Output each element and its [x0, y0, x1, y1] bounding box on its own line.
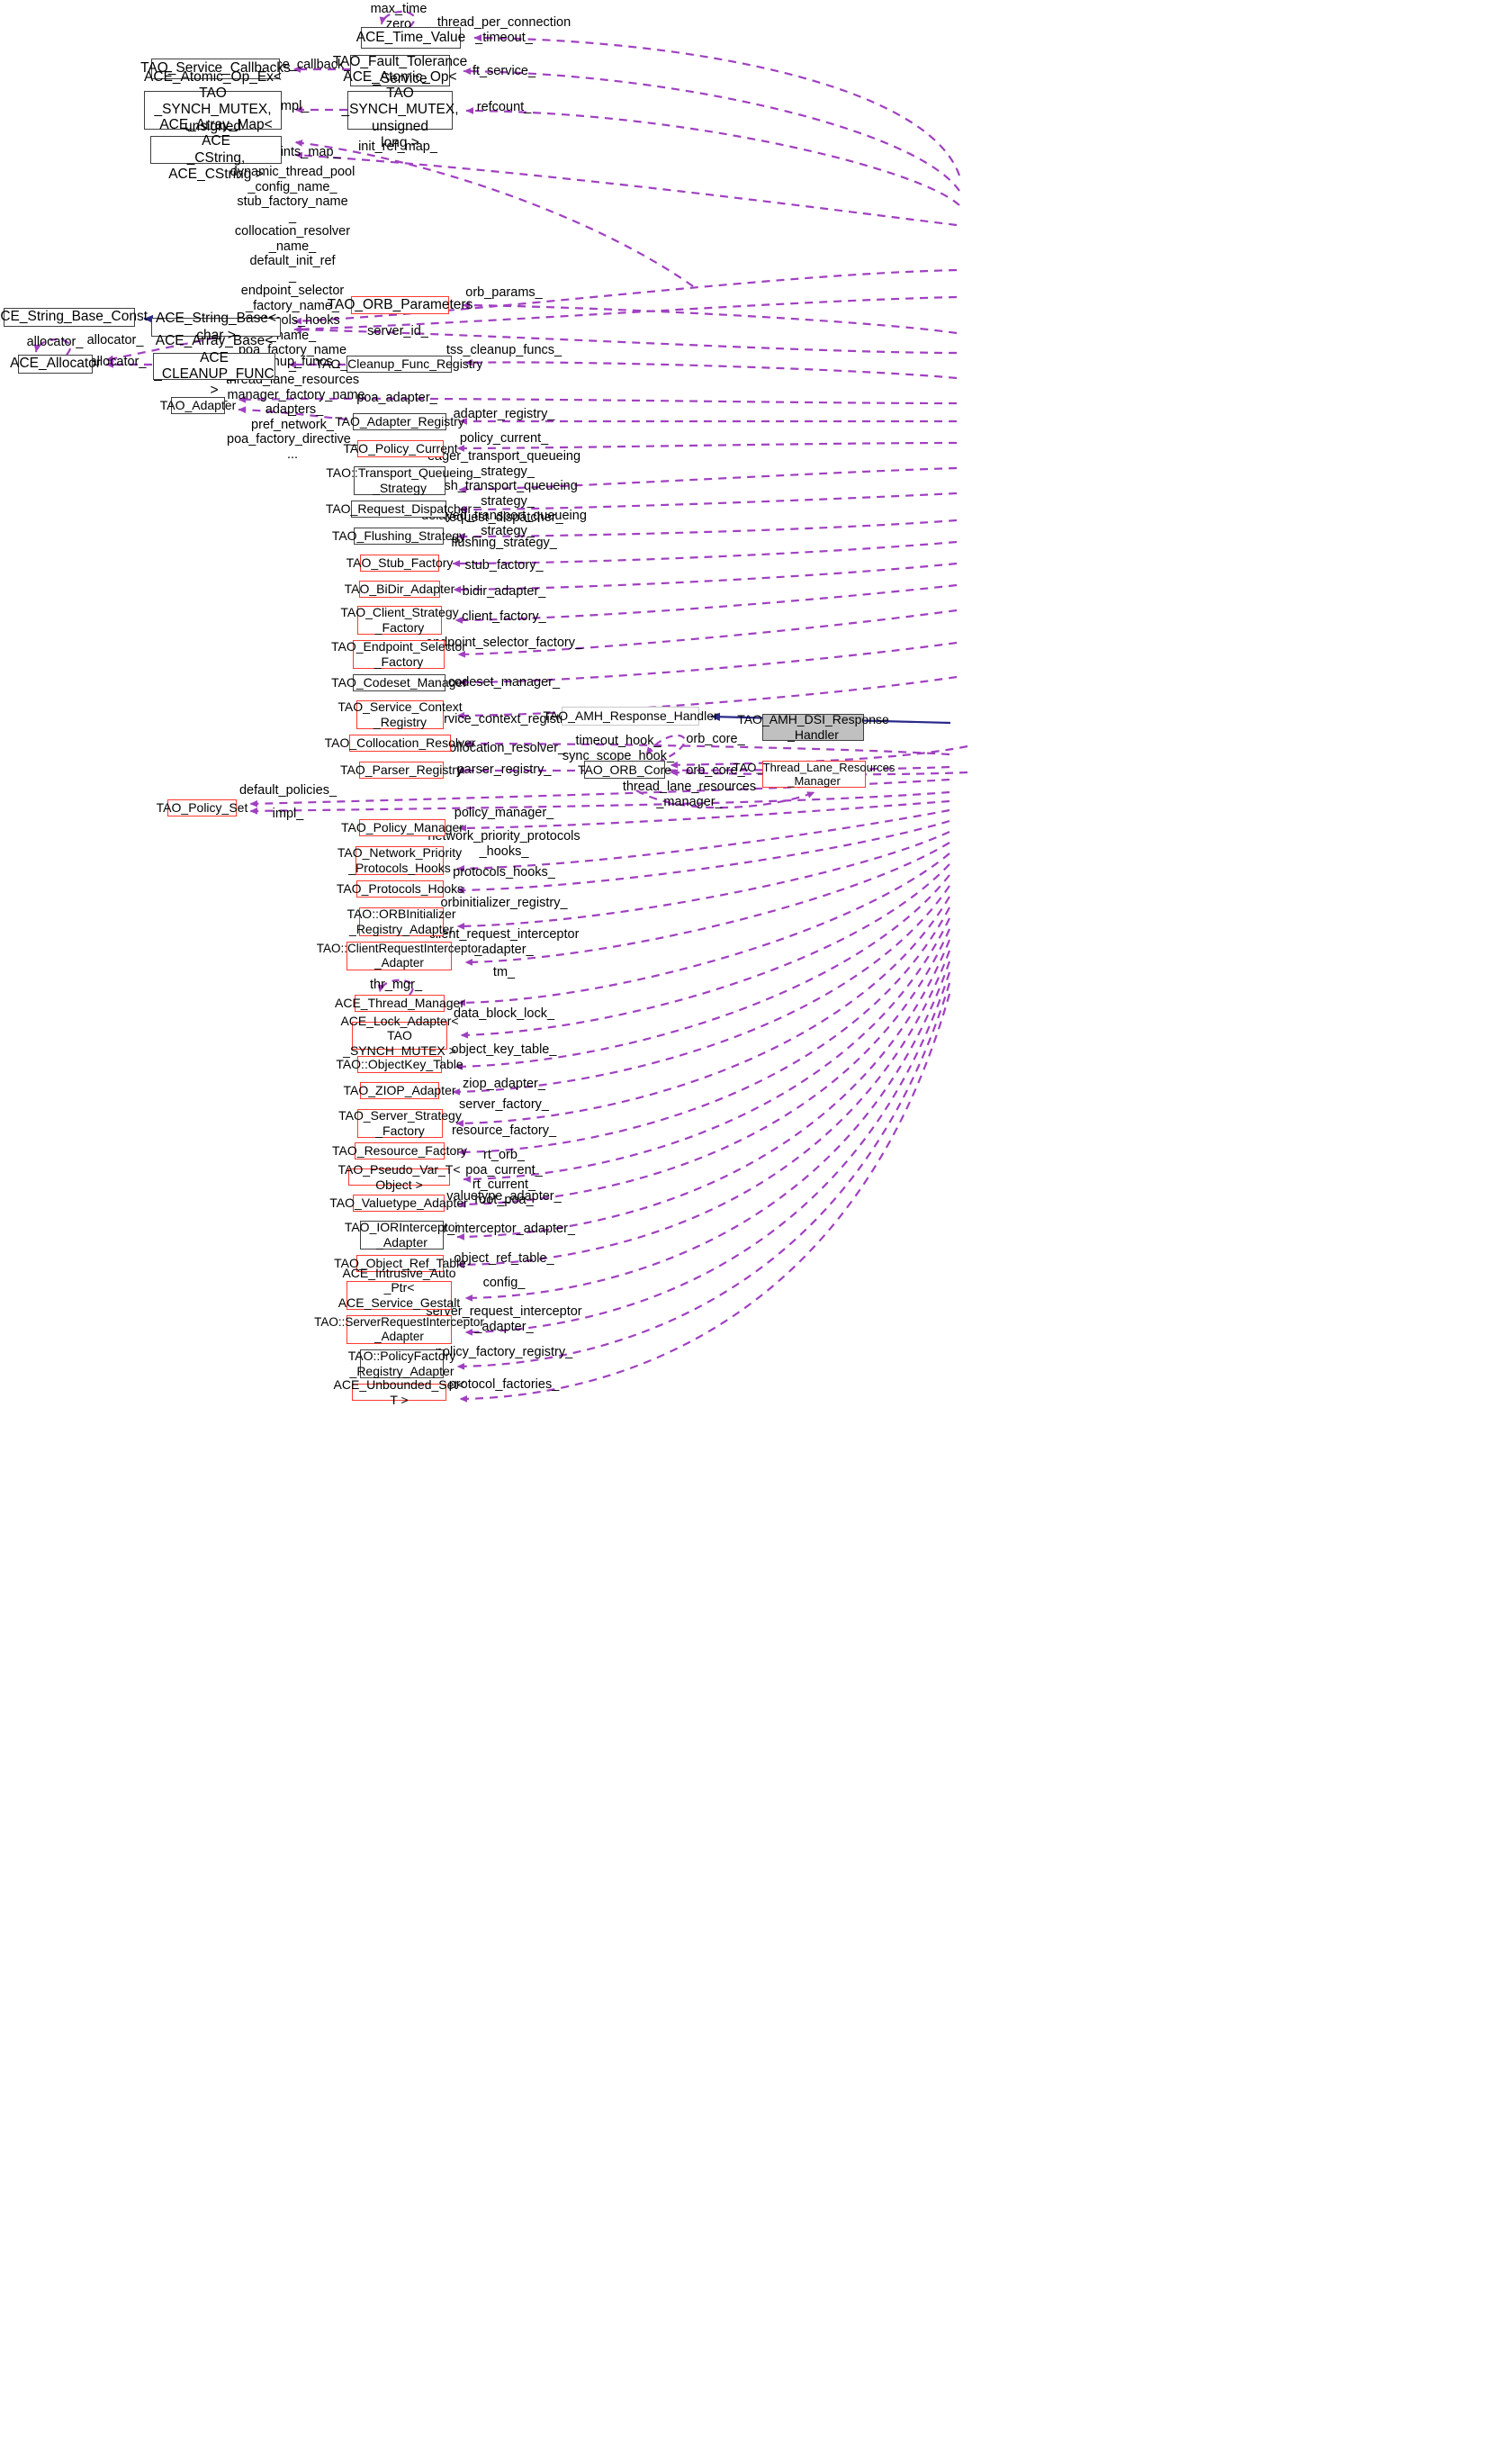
edge-label-allocator-self: allocator_	[26, 335, 84, 349]
node-tao-parser-registry[interactable]: TAO_Parser_Registry	[340, 762, 463, 779]
edge-label-policy-current: policy_current_	[459, 431, 549, 446]
node-tao-codeset-manager[interactable]: TAO_Codeset_Manager	[331, 674, 467, 691]
node-tao-orb-core[interactable]: TAO_ORB_Core	[578, 761, 671, 779]
edge-label-server-id: server_id_	[367, 324, 428, 338]
node-tao-adapter-registry[interactable]: TAO_Adapter_Registry	[335, 413, 464, 430]
edge-label-refcount: refcount_	[476, 100, 532, 114]
edge-label-adapters: adapters_	[265, 402, 324, 417]
node-tao-valuetype-adapter[interactable]: TAO_Valuetype_Adapter	[329, 1195, 468, 1212]
edge-label-server-factory: server_factory_	[459, 1097, 549, 1112]
edge-label-config: config_	[482, 1276, 526, 1290]
node-tao-iorinterceptor-adapter[interactable]: TAO_IORInterceptor _Adapter	[345, 1220, 459, 1250]
node-tao-ziop-adapter[interactable]: TAO_ZIOP_Adapter	[344, 1082, 456, 1099]
node-ace-lock-adapter[interactable]: ACE_Lock_Adapter< TAO _SYNCH_MUTEX >	[340, 1014, 458, 1058]
node-tao-transport-queueing-strategy[interactable]: TAO::Transport_Queueing _Strategy	[326, 465, 473, 495]
node-tao-adapter[interactable]: TAO_Adapter	[160, 397, 236, 414]
node-ace-atomic-op[interactable]: ACE_Atomic_Op< TAO _SYNCH_MUTEX, unsigne…	[341, 69, 458, 150]
edge-label-ziop-adapter: ziop_adapter_	[463, 1077, 545, 1091]
edge-label-tm: tm_	[492, 965, 516, 979]
node-tao-amh-response-handler[interactable]: TAO_AMH_Response_Handler	[543, 707, 718, 726]
edge-label-protocols-hooks: protocols_hooks_	[453, 865, 555, 880]
node-ace-thread-manager[interactable]: ACE_Thread_Manager	[335, 995, 464, 1012]
node-tao-policy-set[interactable]: TAO_Policy_Set	[157, 799, 248, 816]
node-tao-pseudo-var-t-object[interactable]: TAO_Pseudo_Var_T< Object >	[338, 1162, 460, 1192]
node-tao-network-priority-protocols-hooks[interactable]: TAO_Network_Priority _Protocols_Hooks	[338, 845, 462, 875]
edge-label-object-key-table: object_key_table_	[451, 1042, 557, 1057]
node-tao-stub-factory[interactable]: TAO_Stub_Factory	[346, 555, 453, 572]
node-ace-array-map[interactable]: ACE_Array_Map< ACE _CString, ACE_CString…	[150, 117, 282, 182]
edge-label-bidir-adapter: bidir_adapter_	[462, 584, 546, 599]
node-tao-client-strategy-factory[interactable]: TAO_Client_Strategy _Factory	[340, 605, 459, 635]
node-tao-flushing-strategy[interactable]: TAO_Flushing_Strategy	[332, 528, 465, 545]
node-tao-collocation-resolver[interactable]: TAO_Collocation_Resolver	[325, 735, 475, 752]
edge-label-client-factory: client_factory_	[462, 609, 546, 624]
edge-label-tss-cleanup-funcs: tss_cleanup_funcs_	[446, 343, 562, 357]
node-tao-protocols-hooks[interactable]: TAO_Protocols_Hooks	[337, 880, 464, 898]
node-ace-allocator[interactable]: ACE_Allocator	[10, 355, 101, 374]
node-ace-unbounded-set[interactable]: ACE_Unbounded_Set< T >	[334, 1377, 465, 1407]
node-tao-amh-dsi-response-handler[interactable]: TAO_AMH_DSI_Response _Handler	[737, 712, 889, 742]
node-tao-service-context-registry[interactable]: TAO_Service_Context _Registry	[338, 699, 463, 729]
node-tao-objectkey-table[interactable]: TAO::ObjectKey_Table	[336, 1056, 464, 1073]
edge-label-adapter-registry: adapter_registry_	[453, 407, 555, 421]
edge-label-poa-adapter: poa_adapter_	[356, 391, 437, 405]
collaboration-diagram: ACE_Time_Value TAO_Service_Callbacks TAO…	[0, 0, 1512, 2454]
node-tao-policy-manager[interactable]: TAO_Policy_Manager	[341, 819, 464, 836]
edge-label-orb-params: orb_params_	[465, 285, 543, 300]
edge-label-ft-service: ft_service_	[472, 64, 536, 78]
edge-label-policy-factory-registry: policy_factory_registry_	[435, 1345, 573, 1359]
edge-label-parser-registry: parser_registry_	[456, 762, 552, 777]
edge-label-default-policies: default_policies_	[238, 783, 338, 798]
edge-label-protocol-factories: protocol_factories_	[448, 1377, 560, 1392]
node-ace-time-value[interactable]: ACE_Time_Value	[356, 27, 465, 49]
edge-label-policy-manager: policy_manager_	[454, 806, 554, 820]
node-tao-thread-lane-resources-manager[interactable]: TAO_Thread_Lane_Resources _Manager	[734, 761, 895, 788]
node-tao-server-strategy-factory[interactable]: TAO_Server_Strategy _Factory	[338, 1108, 462, 1138]
edge-label-orb-core-dsi: orb_core_	[686, 732, 745, 746]
edge-label-impl-policy: impl_	[272, 807, 304, 821]
edge-label-stub-factory: stub_factory_	[464, 558, 544, 573]
node-tao-bidir-adapter[interactable]: TAO_BiDir_Adapter	[345, 581, 454, 598]
node-tao-orb-parameters[interactable]: TAO_ORB_Parameters	[328, 296, 472, 314]
edge-label-orbinitializer-registry: orbinitializer_registry_	[440, 896, 568, 910]
node-tao-cleanup-func-registry[interactable]: TAO_Cleanup_Func_Registry	[316, 356, 482, 373]
node-ace-array-base[interactable]: ACE_Array_Base< ACE _CLEANUP_FUNC >	[153, 333, 275, 398]
node-tao-endpoint-selector-factory[interactable]: TAO_Endpoint_Selector _Factory	[331, 639, 466, 669]
edge-label-timeout-hook: timeout_hook_ sync_scope_hook_	[562, 734, 675, 763]
node-tao-resource-factory[interactable]: TAO_Resource_Factory	[332, 1142, 467, 1159]
node-tao-orbinitializer-registry-adapter[interactable]: TAO::ORBInitializer _Registry_Adapter	[346, 907, 456, 936]
edge-label-resource-factory: resource_factory_	[451, 1123, 557, 1138]
node-ace-string-base-const[interactable]: ACE_String_Base_Const	[0, 308, 148, 327]
edge-label-thr-mgr: thr_mgr_	[369, 978, 423, 992]
edge-label-object-ref-table: object_ref_table_	[454, 1251, 554, 1266]
edge-label-data-block-lock: data_block_lock_	[453, 1006, 555, 1021]
node-tao-policy-current[interactable]: TAO_Policy_Current	[343, 440, 458, 457]
node-ace-intrusive-auto-ptr[interactable]: ACE_Intrusive_Auto _Ptr< ACE_Service_Ges…	[338, 1266, 460, 1325]
node-tao-clientrequestinterceptor-adapter[interactable]: TAO::ClientRequestInterceptor _Adapter	[317, 942, 482, 970]
edge-label-flushing-strategy: flushing_strategy_	[451, 536, 557, 550]
edge-label-allocator-string: allocator_	[86, 333, 144, 347]
node-tao-serverrequestinterceptor-adapter[interactable]: TAO::ServerRequestInterceptor _Adapter	[314, 1315, 484, 1344]
node-tao-policyfactory-registry-adapter[interactable]: TAO::PolicyFactory _Registry_Adapter	[348, 1349, 455, 1378]
node-tao-request-dispatcher[interactable]: TAO_Request_Dispatcher	[326, 501, 472, 518]
